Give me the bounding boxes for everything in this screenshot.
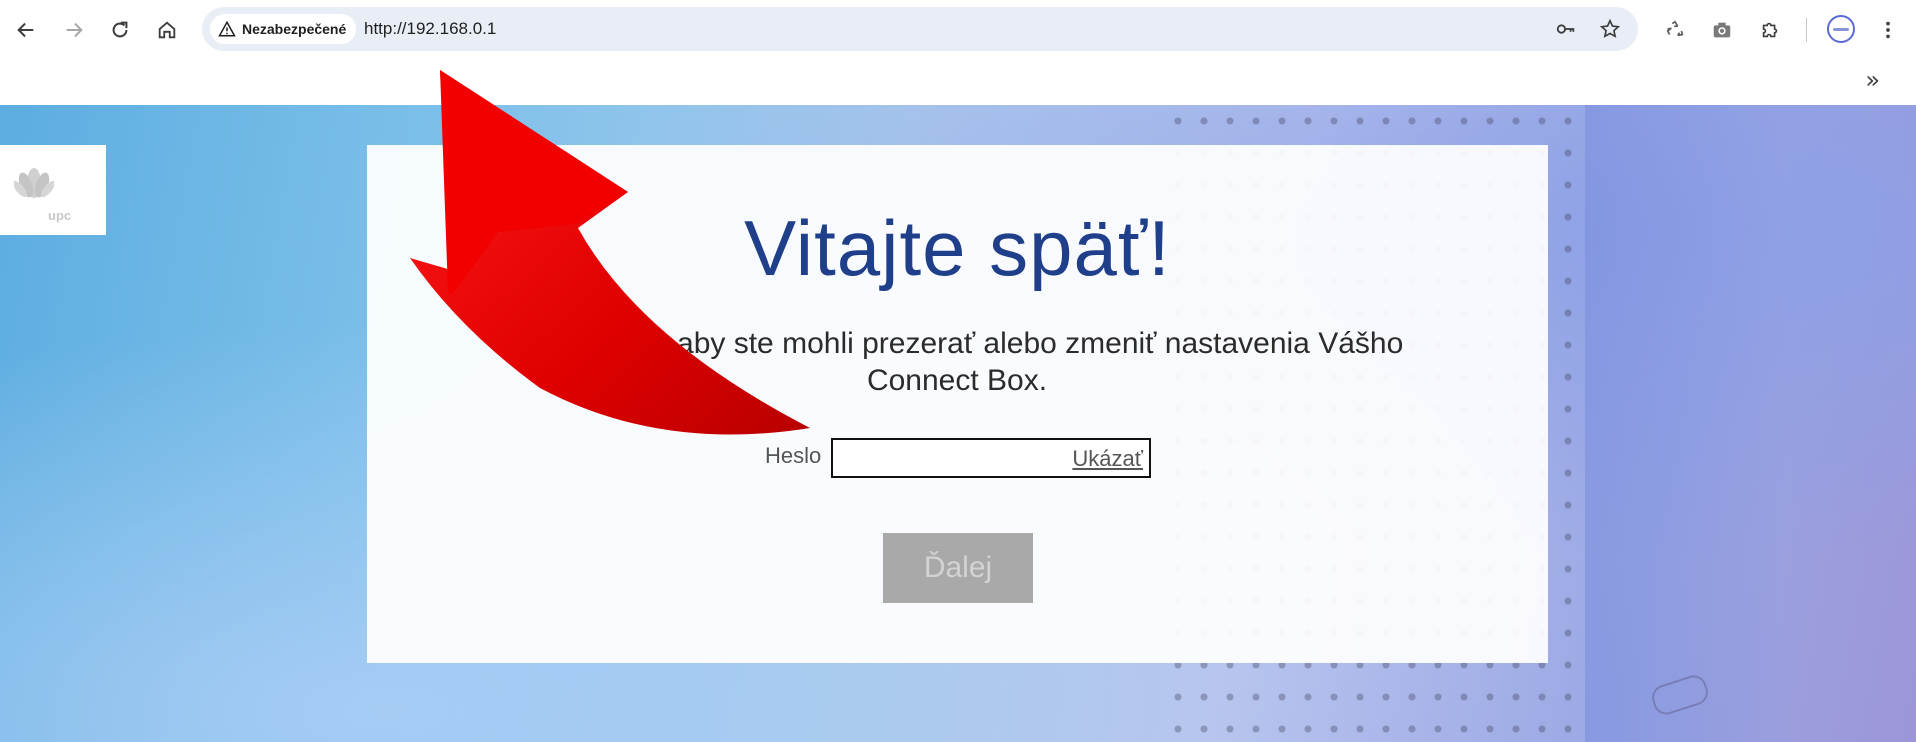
- reload-icon: [112, 21, 128, 38]
- security-label: Nezabezpečené: [242, 21, 347, 37]
- address-bar[interactable]: Nezabezpečené http://192.168.0.1: [202, 7, 1638, 51]
- back-button[interactable]: [6, 10, 46, 50]
- upc-lotus-icon: [14, 168, 54, 198]
- password-field[interactable]: Ukázať: [831, 438, 1151, 478]
- upc-logo: upc: [0, 145, 106, 235]
- password-manager-button[interactable]: [1552, 15, 1580, 43]
- password-label: Heslo: [765, 443, 822, 468]
- profile-avatar[interactable]: [1827, 15, 1855, 43]
- page-title: Vitajte späť!: [744, 204, 1171, 292]
- recycle-icon: [1666, 20, 1684, 37]
- browser-toolbar: Nezabezpečené http://192.168.0.1: [0, 0, 1916, 60]
- page-subtitle: Prihlásiť sa, aby ste mohli prezerať ale…: [510, 327, 1404, 397]
- screenshot-extension-button[interactable]: [1704, 12, 1740, 48]
- url-text[interactable]: http://192.168.0.1: [364, 19, 496, 39]
- reload-button[interactable]: [100, 10, 140, 50]
- kebab-menu-icon: [1886, 21, 1890, 39]
- avatar-image: [1833, 27, 1849, 31]
- browser-menu-button[interactable]: [1870, 12, 1906, 48]
- camera-icon: [1713, 22, 1731, 38]
- recycle-extension-button[interactable]: [1657, 12, 1693, 48]
- password-input[interactable]: [837, 444, 1071, 474]
- background-router-edge: [1585, 105, 1785, 742]
- home-button[interactable]: [147, 10, 187, 50]
- page-viewport: upc Vitajte späť! Prihlásiť sa, aby ste …: [0, 105, 1916, 742]
- login-card: Vitajte späť! Prihlásiť sa, aby ste mohl…: [367, 145, 1548, 663]
- security-chip[interactable]: Nezabezpečené: [210, 14, 357, 44]
- star-icon: [1599, 18, 1621, 38]
- arrow-left-icon: [17, 22, 34, 38]
- key-icon: [1556, 24, 1575, 34]
- forward-button[interactable]: [54, 10, 94, 50]
- logo-text: upc: [48, 208, 72, 223]
- bookmark-button[interactable]: [1596, 15, 1624, 43]
- more-bookmarks-button[interactable]: »: [1865, 66, 1880, 94]
- extensions-button[interactable]: [1752, 12, 1788, 48]
- toolbar-divider: [1806, 18, 1807, 42]
- puzzle-icon: [1762, 22, 1778, 38]
- bookmarks-bar: »: [0, 60, 1916, 105]
- next-button[interactable]: Ďalej: [883, 533, 1033, 603]
- home-icon: [158, 21, 176, 39]
- arrow-right-icon: [66, 22, 83, 38]
- warning-triangle-icon: [218, 20, 236, 37]
- show-password-link[interactable]: Ukázať: [1072, 446, 1143, 472]
